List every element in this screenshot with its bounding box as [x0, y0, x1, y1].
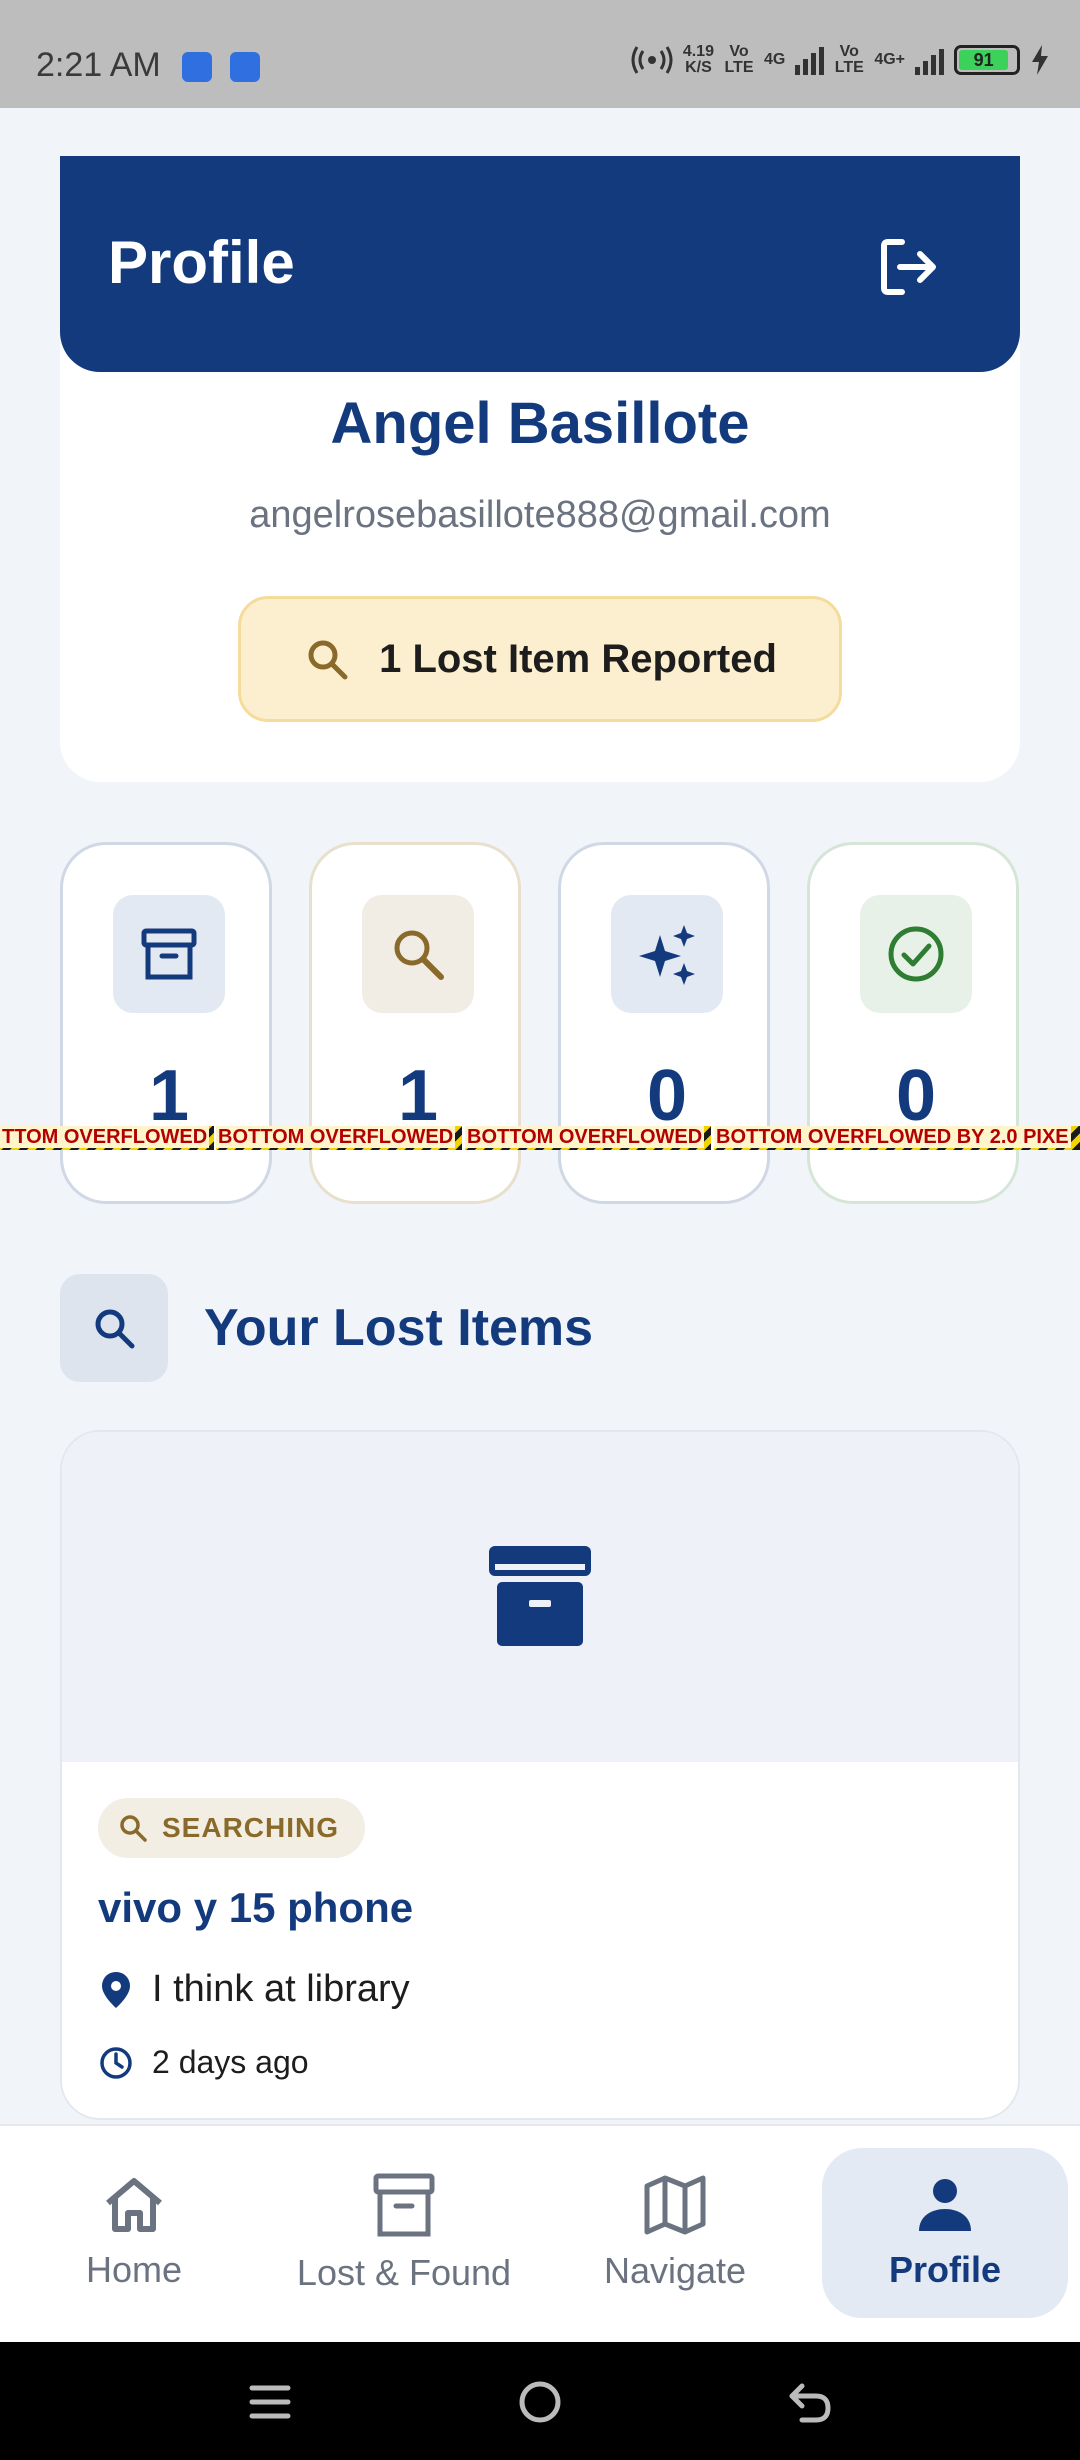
item-time-text: 2 days ago	[152, 2044, 309, 2080]
system-navigation-bar	[0, 2342, 1080, 2460]
profile-email: angelrosebasillote888@gmail.com	[249, 494, 831, 536]
stat-value: 0	[895, 1056, 937, 1136]
status-chip: SEARCHING	[98, 1798, 366, 1858]
check-circle-icon	[888, 926, 944, 982]
volte-indicator: Vo LTE	[834, 43, 864, 76]
item-image-placeholder	[62, 1432, 1018, 1762]
map-icon	[644, 2175, 706, 2235]
status-indicators: 4.19 K/S Vo LTE 4G Vo LTE 4G+ 91	[631, 44, 1050, 76]
overflow-warning: BOTTOM OVERFLOWED BY 2.0 PIXE	[714, 1126, 1080, 1150]
lost-items-badge: 1 Lost Item Reported	[238, 596, 842, 722]
search-icon	[120, 1815, 147, 1842]
battery-icon: 91	[954, 45, 1020, 75]
nav-label: Navigate	[603, 2250, 747, 2291]
location-pin-icon	[102, 1971, 130, 2008]
net-speed: 4.19 K/S	[682, 43, 714, 76]
notification-icon	[182, 52, 212, 82]
charging-icon	[1032, 45, 1048, 75]
nav-home[interactable]: Home	[44, 2148, 224, 2318]
profile-card: Angel Basillote angelrosebasillote888@gm…	[60, 300, 1020, 782]
nav-label: Profile	[888, 2249, 1002, 2290]
home-circle-icon[interactable]	[510, 2372, 570, 2432]
item-title: vivo y 15 phone	[98, 1884, 414, 1931]
volte-indicator: Vo LTE	[724, 43, 754, 76]
logout-icon	[881, 239, 936, 295]
back-icon[interactable]	[780, 2372, 840, 2432]
search-icon	[95, 1309, 135, 1349]
status-chip-label: SEARCHING	[162, 1812, 340, 1843]
bottom-navigation: Home Lost & Found Navigate Profile	[0, 2124, 1080, 2342]
lost-items-badge-text: 1 Lost Item Reported	[379, 636, 777, 681]
section-title: Your Lost Items	[204, 1299, 594, 1357]
status-bar: 2:21 AM 4.19 K/S Vo LTE 4G Vo LTE 4G+ 91	[0, 0, 1080, 108]
page-title: Profile	[108, 229, 295, 296]
menu-icon[interactable]	[240, 2372, 300, 2432]
signal-icon	[795, 45, 825, 75]
item-location: I think at library	[98, 1968, 410, 2011]
search-icon	[394, 930, 444, 980]
overflow-warning: TTOM OVERFLOWED	[0, 1126, 214, 1150]
person-icon	[919, 2179, 971, 2231]
nav-lost-found[interactable]: Lost & Found	[284, 2148, 524, 2318]
nav-navigate[interactable]: Navigate	[580, 2148, 770, 2318]
search-icon	[308, 640, 348, 680]
stat-icon-box	[113, 895, 225, 1013]
overflow-warning: BOTTOM OVERFLOWED	[216, 1126, 462, 1150]
overflow-warning-strip: TTOM OVERFLOWED BOTTOM OVERFLOWED BOTTOM…	[0, 1126, 1080, 1150]
stat-icon-box	[362, 895, 474, 1013]
signal-icon	[915, 45, 944, 75]
section-icon-box	[60, 1274, 168, 1382]
item-location-text: I think at library	[152, 1968, 410, 2010]
notification-icon	[230, 52, 260, 82]
hotspot-icon	[631, 46, 673, 74]
home-icon	[106, 2178, 162, 2232]
app-header: Profile	[60, 156, 1020, 372]
stat-icon-box	[860, 895, 972, 1013]
sparkle-icon	[639, 925, 695, 985]
nav-profile[interactable]: Profile	[822, 2148, 1068, 2318]
item-time: 2 days ago	[98, 2044, 309, 2081]
status-time: 2:21 AM	[36, 46, 161, 84]
logout-button[interactable]	[876, 234, 942, 300]
archive-icon	[489, 1546, 591, 1646]
stat-value: 1	[397, 1056, 439, 1136]
stat-value: 1	[148, 1056, 190, 1136]
stat-value: 0	[646, 1056, 688, 1136]
network-type: 4G+	[874, 51, 905, 68]
stat-icon-box	[611, 895, 723, 1013]
profile-name: Angel Basillote	[330, 391, 750, 456]
archive-icon	[373, 2173, 435, 2237]
nav-label: Lost & Found	[296, 2252, 512, 2293]
overflow-warning: BOTTOM OVERFLOWED	[465, 1126, 711, 1150]
archive-icon	[141, 928, 197, 980]
lost-item-card[interactable]: SEARCHING vivo y 15 phone I think at lib…	[60, 1430, 1020, 2120]
nav-label: Home	[85, 2249, 183, 2290]
network-type: 4G	[763, 51, 786, 68]
clock-icon	[100, 2046, 132, 2079]
